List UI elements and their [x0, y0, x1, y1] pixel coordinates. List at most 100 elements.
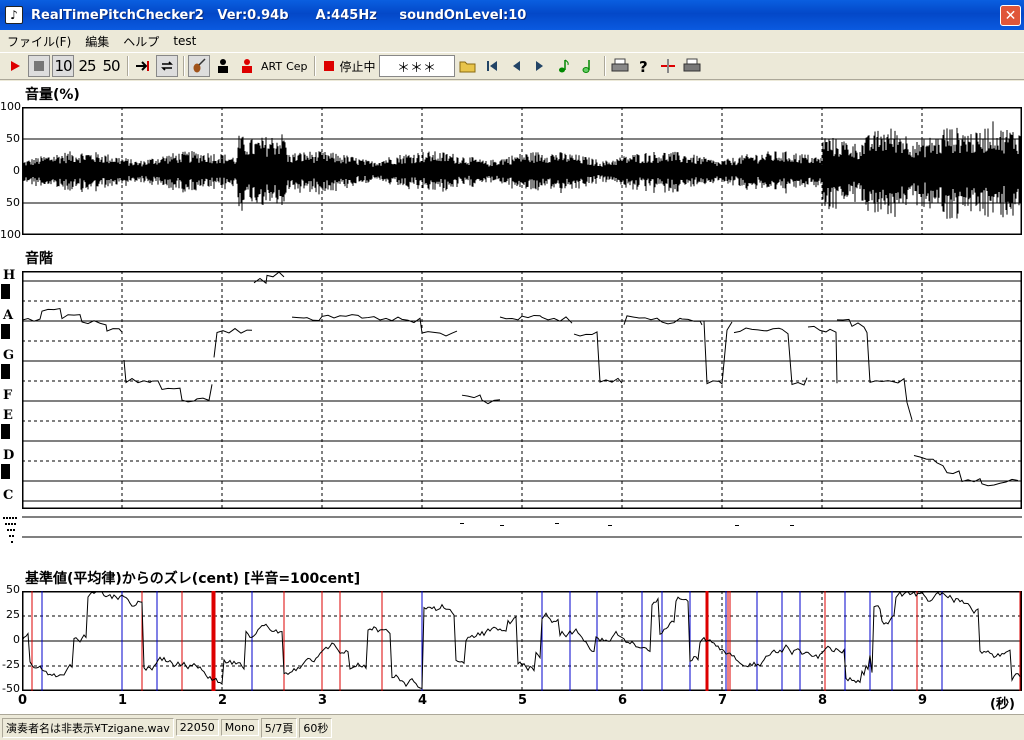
printer-icon [683, 58, 701, 72]
help-button[interactable]: ? [633, 55, 655, 77]
strip-dot [14, 523, 16, 525]
play-icon [11, 61, 20, 71]
note-label-e: E [3, 408, 13, 423]
pitch-scale-plot [22, 271, 1022, 509]
person-icon [218, 59, 228, 73]
time-tick-label: 6 [618, 693, 628, 708]
strip-dot [7, 529, 9, 531]
next-page-button[interactable] [529, 55, 551, 77]
range-10-button[interactable]: 10 [52, 55, 74, 77]
note-outline-button[interactable] [577, 55, 599, 77]
status-filename: 演奏者名は非表示¥Tzigane.wav [2, 717, 174, 738]
help-icon: ? [639, 58, 648, 74]
strip-dot [15, 517, 17, 519]
deviation-panel-title: 基準値(平均律)からのズレ(cent) [半音=100cent] [25, 571, 361, 587]
print-button[interactable] [609, 55, 631, 77]
time-tick-label: 9 [918, 693, 928, 708]
stop-icon [34, 61, 44, 71]
volume-panel-title: 音量(%) [25, 87, 80, 103]
performer-black-button[interactable] [212, 55, 234, 77]
performer-red-button[interactable] [236, 55, 258, 77]
toolbar-separator [313, 56, 316, 76]
menu-bar: ファイル(F) 編集 ヘルプ test [0, 30, 1024, 52]
status-page: 5/7頁 [260, 717, 298, 738]
time-tick-label: 3 [318, 693, 328, 708]
printer-icon [611, 58, 629, 72]
time-tick-label: 2 [218, 693, 228, 708]
play-button[interactable] [4, 55, 26, 77]
menu-help[interactable]: ヘルプ [116, 33, 166, 50]
status-duration: 60秒 [299, 717, 333, 738]
svg-text:?: ? [639, 58, 648, 74]
range-25-button[interactable]: 25 [76, 55, 98, 77]
scale-panel-title: 音階 [25, 251, 53, 267]
person-red-icon [242, 59, 252, 73]
volume-waveform-plot [22, 107, 1022, 235]
range-50-button[interactable]: 50 [100, 55, 122, 77]
first-page-button[interactable] [481, 55, 503, 77]
deviation-tick-label: -50 [2, 682, 20, 695]
menu-test[interactable]: test [166, 34, 203, 48]
next-icon [535, 61, 543, 71]
menu-file[interactable]: ファイル(F) [0, 33, 78, 50]
deviation-tick-label: 0 [13, 633, 20, 646]
note-green-button[interactable] [553, 55, 575, 77]
note-label-d: D [3, 448, 15, 463]
strip-dot [10, 529, 12, 531]
loop-icon [161, 61, 173, 71]
strip-tick [790, 525, 794, 526]
strip-dot [11, 541, 13, 543]
jump-end-button[interactable] [132, 55, 154, 77]
stop-status[interactable]: 停止中 [319, 58, 379, 75]
strip-dot [8, 523, 10, 525]
title-bar: ♪ RealTimePitchChecker2 Ver:0.94b A:445H… [0, 0, 1024, 30]
toolbar-separator [603, 56, 606, 76]
indicator-strip [3, 516, 1022, 543]
stop-button[interactable] [28, 55, 50, 77]
open-folder-button[interactable] [457, 55, 479, 77]
note-label-a: A [3, 308, 14, 323]
strip-dot [3, 517, 5, 519]
chart-canvas[interactable]: 音量(%) 100 50 0 50 100 音階 HAGFEDC 基準値(平均律… [0, 81, 1024, 714]
strip-dot [12, 535, 14, 537]
strip-tick [735, 525, 739, 526]
time-tick-label: 4 [418, 693, 428, 708]
piano-black-key [1, 364, 10, 379]
cent-deviation-plot [22, 591, 1022, 691]
strip-dot [9, 535, 11, 537]
violin-button[interactable] [188, 55, 210, 77]
strip-tick [555, 523, 559, 524]
display-field: ＊＊＊ [378, 55, 455, 77]
crosshair-icon [660, 59, 675, 73]
deviation-tick-label: 25 [6, 608, 20, 621]
menu-edit[interactable]: 編集 [78, 33, 116, 50]
record-stop-icon [323, 61, 334, 71]
close-button[interactable]: ✕ [1000, 5, 1021, 26]
deviation-tick-label: -25 [2, 658, 20, 671]
marker-button[interactable] [657, 55, 679, 77]
strip-tick [608, 525, 612, 526]
note-label-c: C [3, 488, 14, 503]
piano-black-key [1, 424, 10, 439]
cep-button[interactable]: Cep [285, 55, 308, 77]
time-tick-label: 0 [18, 693, 28, 708]
stop-status-label: 停止中 [339, 59, 376, 74]
strip-dot [9, 517, 11, 519]
note-label-g: G [3, 348, 15, 363]
skip-first-icon [486, 61, 497, 71]
deviation-tick-label: 50 [6, 583, 20, 596]
strip-dot [6, 517, 8, 519]
strip-dot [11, 523, 13, 525]
piano-black-key [1, 324, 10, 339]
status-channels: Mono [220, 719, 259, 736]
arrow-right-bar-icon [136, 61, 149, 71]
time-tick-label: 1 [118, 693, 128, 708]
prev-page-button[interactable] [505, 55, 527, 77]
strip-tick [500, 525, 504, 526]
art-button[interactable]: ART [260, 55, 283, 77]
print-setup-button[interactable] [681, 55, 703, 77]
toolbar: 10 25 50 ART Cep 停止中 ＊＊＊ ? [0, 52, 1024, 80]
status-bar: 演奏者名は非表示¥Tzigane.wav 22050 Mono 5/7頁 60秒 [0, 714, 1024, 740]
volume-tick-label: 100 [0, 100, 21, 113]
loop-button[interactable] [156, 55, 178, 77]
